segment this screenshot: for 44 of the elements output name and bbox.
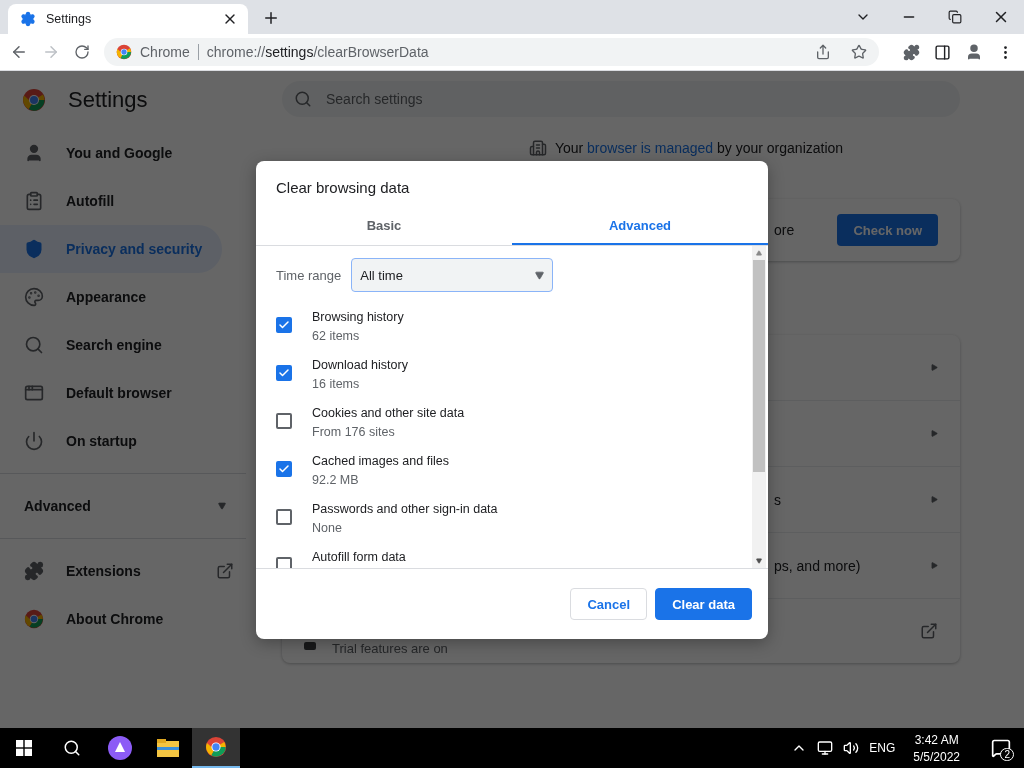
dialog-tab[interactable]: Basic xyxy=(256,207,512,245)
address-bar[interactable]: Chrome chrome://settings/clearBrowserData xyxy=(104,38,879,66)
nav-item[interactable]: Appearance xyxy=(0,273,222,321)
nav-item[interactable]: About Chrome xyxy=(0,595,246,643)
item-title: Cached images and files xyxy=(312,454,449,468)
tab-title: Settings xyxy=(46,12,93,26)
item-detail: From 176 sites xyxy=(312,425,396,439)
item-detail: None xyxy=(312,521,343,535)
nav-item[interactable]: You and Google xyxy=(0,129,222,177)
nav-item[interactable]: Default browser xyxy=(0,369,222,417)
advanced-section[interactable]: Advanced xyxy=(0,482,246,530)
nav-item[interactable]: Autofill xyxy=(0,177,222,225)
language-indicator[interactable]: ENG xyxy=(869,741,896,755)
managed-notice: Your browser is managed by your organization xyxy=(554,140,844,156)
notification-button[interactable]: 2 xyxy=(978,728,1024,768)
item-detail: 62 items xyxy=(312,329,361,343)
safety-check-text: ore xyxy=(774,222,796,238)
dialog-tab[interactable]: Advanced xyxy=(512,207,768,245)
item-detail: 92.2 MB xyxy=(312,473,360,487)
item-title: Autofill form data xyxy=(312,550,406,564)
settings-title: Settings xyxy=(68,87,148,113)
item-detail: 16 items xyxy=(312,377,361,391)
item-title: Passwords and other sign-in data xyxy=(312,502,498,516)
time-range-select[interactable]: All time xyxy=(351,258,554,292)
nav-item[interactable]: On startup xyxy=(0,417,222,465)
cancel-button[interactable]: Cancel xyxy=(570,588,648,620)
clear-data-button[interactable]: Clear data xyxy=(655,588,752,620)
nav-item[interactable]: Privacy and security xyxy=(0,225,222,273)
notification-count: 2 xyxy=(1000,748,1014,761)
item-title: Download history xyxy=(312,358,408,372)
search-field[interactable]: Search settings xyxy=(282,81,960,117)
dialog-title: Clear browsing data xyxy=(275,178,411,198)
check-now-button[interactable]: Check now xyxy=(837,214,938,246)
setting-description: s xyxy=(774,491,781,508)
nav-item[interactable]: Search engine xyxy=(0,321,222,369)
setting-description: ps, and more) xyxy=(774,557,861,574)
time-range-label: Time range xyxy=(276,267,342,283)
item-title: Cookies and other site data xyxy=(312,406,465,420)
item-title: Browsing history xyxy=(312,310,404,324)
clock[interactable]: 3:42 AM 5/5/2022 xyxy=(905,732,968,764)
managed-link[interactable]: browser is managed xyxy=(587,140,714,156)
nav-item[interactable]: Extensions xyxy=(0,547,246,595)
browser-tab[interactable]: Settings xyxy=(8,4,248,34)
trial-features-text: Trial features are on xyxy=(332,640,449,656)
